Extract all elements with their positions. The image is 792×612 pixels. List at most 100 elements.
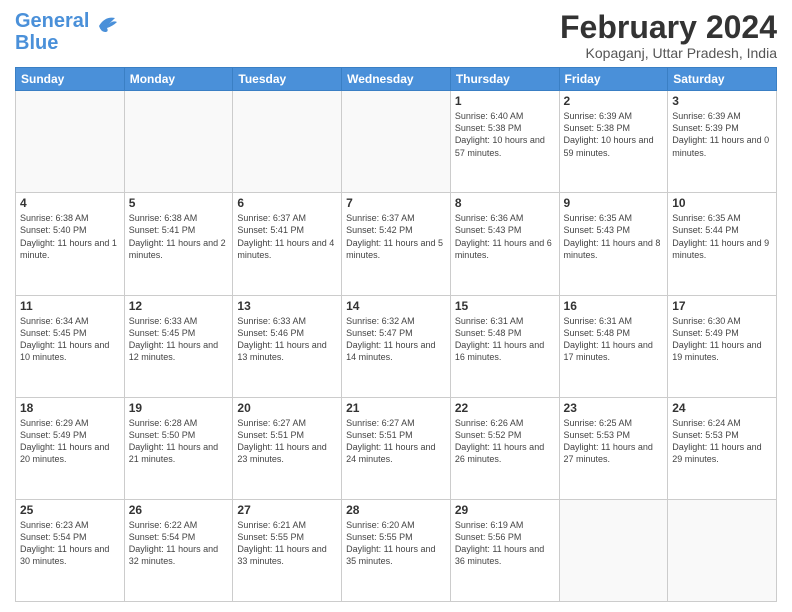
day-info-0-4: Sunrise: 6:40 AM Sunset: 5:38 PM Dayligh… [455,110,555,159]
calendar-cell-0-0 [16,91,125,193]
calendar-header-row: Sunday Monday Tuesday Wednesday Thursday… [16,68,777,91]
day-info-2-0: Sunrise: 6:34 AM Sunset: 5:45 PM Dayligh… [20,315,120,364]
day-info-3-3: Sunrise: 6:27 AM Sunset: 5:51 PM Dayligh… [346,417,446,466]
calendar-cell-2-2: 13 Sunrise: 6:33 AM Sunset: 5:46 PM Dayli… [233,295,342,397]
calendar-cell-0-3 [342,91,451,193]
day-number-4-2: 27 [237,503,337,517]
week-row-0: 1 Sunrise: 6:40 AM Sunset: 5:38 PM Daylig… [16,91,777,193]
calendar-cell-0-5: 2Sunrise: 6:39 AM Sunset: 5:38 PM Daylig… [559,91,668,193]
week-row-2: 11 Sunrise: 6:34 AM Sunset: 5:45 PM Dayli… [16,295,777,397]
calendar-cell-3-5: 23 Sunrise: 6:25 AM Sunset: 5:53 PM Dayli… [559,397,668,499]
calendar-cell-1-2: 6Sunrise: 6:37 AM Sunset: 5:41 PM Daylig… [233,193,342,295]
calendar-cell-2-6: 17 Sunrise: 6:30 AM Sunset: 5:49 PM Dayli… [668,295,777,397]
calendar-cell-0-2 [233,91,342,193]
calendar-cell-4-2: 27 Sunrise: 6:21 AM Sunset: 5:55 PM Dayli… [233,499,342,601]
day-number-2-0: 11 [20,299,120,313]
calendar-cell-2-5: 16Sunrise: 6:31 AM Sunset: 5:48 PM Dayli… [559,295,668,397]
calendar-cell-2-1: 12 Sunrise: 6:33 AM Sunset: 5:45 PM Dayli… [124,295,233,397]
calendar-table: Sunday Monday Tuesday Wednesday Thursday… [15,67,777,602]
col-friday: Friday [559,68,668,91]
day-info-3-0: Sunrise: 6:29 AM Sunset: 5:49 PM Dayligh… [20,417,120,466]
day-info-3-2: Sunrise: 6:27 AM Sunset: 5:51 PM Dayligh… [237,417,337,466]
day-number-1-4: 8 [455,196,555,210]
day-info-1-4: Sunrise: 6:36 AM Sunset: 5:43 PM Dayligh… [455,212,555,261]
day-info-0-6: Sunrise: 6:39 AM Sunset: 5:39 PM Dayligh… [672,110,772,159]
calendar-cell-0-1 [124,91,233,193]
day-info-3-5: Sunrise: 6:25 AM Sunset: 5:53 PM Dayligh… [564,417,664,466]
day-info-2-5: Sunrise: 6:31 AM Sunset: 5:48 PM Dayligh… [564,315,664,364]
day-info-1-0: Sunrise: 6:38 AM Sunset: 5:40 PM Dayligh… [20,212,120,261]
calendar-cell-3-0: 18 Sunrise: 6:29 AM Sunset: 5:49 PM Dayli… [16,397,125,499]
col-sunday: Sunday [16,68,125,91]
day-number-2-4: 15 [455,299,555,313]
col-thursday: Thursday [450,68,559,91]
day-number-2-2: 13 [237,299,337,313]
day-info-2-2: Sunrise: 6:33 AM Sunset: 5:46 PM Dayligh… [237,315,337,364]
day-number-4-1: 26 [129,503,229,517]
calendar-cell-1-4: 8 Sunrise: 6:36 AM Sunset: 5:43 PM Daylig… [450,193,559,295]
day-number-4-4: 29 [455,503,555,517]
col-wednesday: Wednesday [342,68,451,91]
calendar-cell-2-4: 15Sunrise: 6:31 AM Sunset: 5:48 PM Dayli… [450,295,559,397]
day-number-3-2: 20 [237,401,337,415]
calendar-cell-3-1: 19 Sunrise: 6:28 AM Sunset: 5:50 PM Dayli… [124,397,233,499]
day-info-2-3: Sunrise: 6:32 AM Sunset: 5:47 PM Dayligh… [346,315,446,364]
calendar-cell-2-3: 14 Sunrise: 6:32 AM Sunset: 5:47 PM Dayli… [342,295,451,397]
day-info-4-3: Sunrise: 6:20 AM Sunset: 5:55 PM Dayligh… [346,519,446,568]
day-number-0-4: 1 [455,94,555,108]
day-info-3-1: Sunrise: 6:28 AM Sunset: 5:50 PM Dayligh… [129,417,229,466]
day-number-4-0: 25 [20,503,120,517]
day-number-4-3: 28 [346,503,446,517]
col-tuesday: Tuesday [233,68,342,91]
calendar-cell-4-1: 26 Sunrise: 6:22 AM Sunset: 5:54 PM Dayli… [124,499,233,601]
day-info-4-1: Sunrise: 6:22 AM Sunset: 5:54 PM Dayligh… [129,519,229,568]
day-info-4-2: Sunrise: 6:21 AM Sunset: 5:55 PM Dayligh… [237,519,337,568]
day-number-3-3: 21 [346,401,446,415]
calendar-cell-3-6: 24Sunrise: 6:24 AM Sunset: 5:53 PM Dayli… [668,397,777,499]
day-info-1-1: Sunrise: 6:38 AM Sunset: 5:41 PM Dayligh… [129,212,229,261]
day-info-2-6: Sunrise: 6:30 AM Sunset: 5:49 PM Dayligh… [672,315,772,364]
calendar-cell-1-0: 4Sunrise: 6:38 AM Sunset: 5:40 PM Daylig… [16,193,125,295]
day-number-3-0: 18 [20,401,120,415]
calendar-cell-1-5: 9 Sunrise: 6:35 AM Sunset: 5:43 PM Daylig… [559,193,668,295]
day-number-2-1: 12 [129,299,229,313]
calendar-cell-0-4: 1 Sunrise: 6:40 AM Sunset: 5:38 PM Daylig… [450,91,559,193]
calendar-cell-4-4: 29Sunrise: 6:19 AM Sunset: 5:56 PM Dayli… [450,499,559,601]
day-number-1-3: 7 [346,196,446,210]
calendar-cell-4-3: 28 Sunrise: 6:20 AM Sunset: 5:55 PM Dayli… [342,499,451,601]
calendar-cell-1-6: 10 Sunrise: 6:35 AM Sunset: 5:44 PM Dayli… [668,193,777,295]
day-number-2-6: 17 [672,299,772,313]
calendar-cell-1-3: 7Sunrise: 6:37 AM Sunset: 5:42 PM Daylig… [342,193,451,295]
logo-blue: Blue [15,32,58,54]
header: General Blue February 2024 Kopaganj, Utt… [15,10,777,61]
day-info-3-4: Sunrise: 6:26 AM Sunset: 5:52 PM Dayligh… [455,417,555,466]
calendar-cell-3-2: 20 Sunrise: 6:27 AM Sunset: 5:51 PM Dayli… [233,397,342,499]
day-info-0-5: Sunrise: 6:39 AM Sunset: 5:38 PM Dayligh… [564,110,664,159]
week-row-3: 18 Sunrise: 6:29 AM Sunset: 5:49 PM Dayli… [16,397,777,499]
calendar-title: February 2024 [560,10,777,45]
day-number-3-5: 23 [564,401,664,415]
logo-text: General Blue [15,10,89,54]
day-number-3-4: 22 [455,401,555,415]
logo-bird-icon [91,8,123,40]
day-number-1-5: 9 [564,196,664,210]
logo: General Blue [15,10,123,54]
calendar-subtitle: Kopaganj, Uttar Pradesh, India [560,45,777,61]
day-number-1-1: 5 [129,196,229,210]
calendar-cell-3-3: 21 Sunrise: 6:27 AM Sunset: 5:51 PM Dayli… [342,397,451,499]
day-info-1-2: Sunrise: 6:37 AM Sunset: 5:41 PM Dayligh… [237,212,337,261]
day-number-0-6: 3 [672,94,772,108]
calendar-cell-4-0: 25Sunrise: 6:23 AM Sunset: 5:54 PM Dayli… [16,499,125,601]
day-number-1-6: 10 [672,196,772,210]
calendar-cell-3-4: 22 Sunrise: 6:26 AM Sunset: 5:52 PM Dayli… [450,397,559,499]
calendar-cell-2-0: 11 Sunrise: 6:34 AM Sunset: 5:45 PM Dayli… [16,295,125,397]
day-info-2-1: Sunrise: 6:33 AM Sunset: 5:45 PM Dayligh… [129,315,229,364]
calendar-cell-0-6: 3 Sunrise: 6:39 AM Sunset: 5:39 PM Daylig… [668,91,777,193]
day-number-2-3: 14 [346,299,446,313]
day-info-1-6: Sunrise: 6:35 AM Sunset: 5:44 PM Dayligh… [672,212,772,261]
day-info-1-5: Sunrise: 6:35 AM Sunset: 5:43 PM Dayligh… [564,212,664,261]
calendar-cell-1-1: 5 Sunrise: 6:38 AM Sunset: 5:41 PM Daylig… [124,193,233,295]
calendar-cell-4-5 [559,499,668,601]
page: General Blue February 2024 Kopaganj, Utt… [0,0,792,612]
day-number-3-1: 19 [129,401,229,415]
